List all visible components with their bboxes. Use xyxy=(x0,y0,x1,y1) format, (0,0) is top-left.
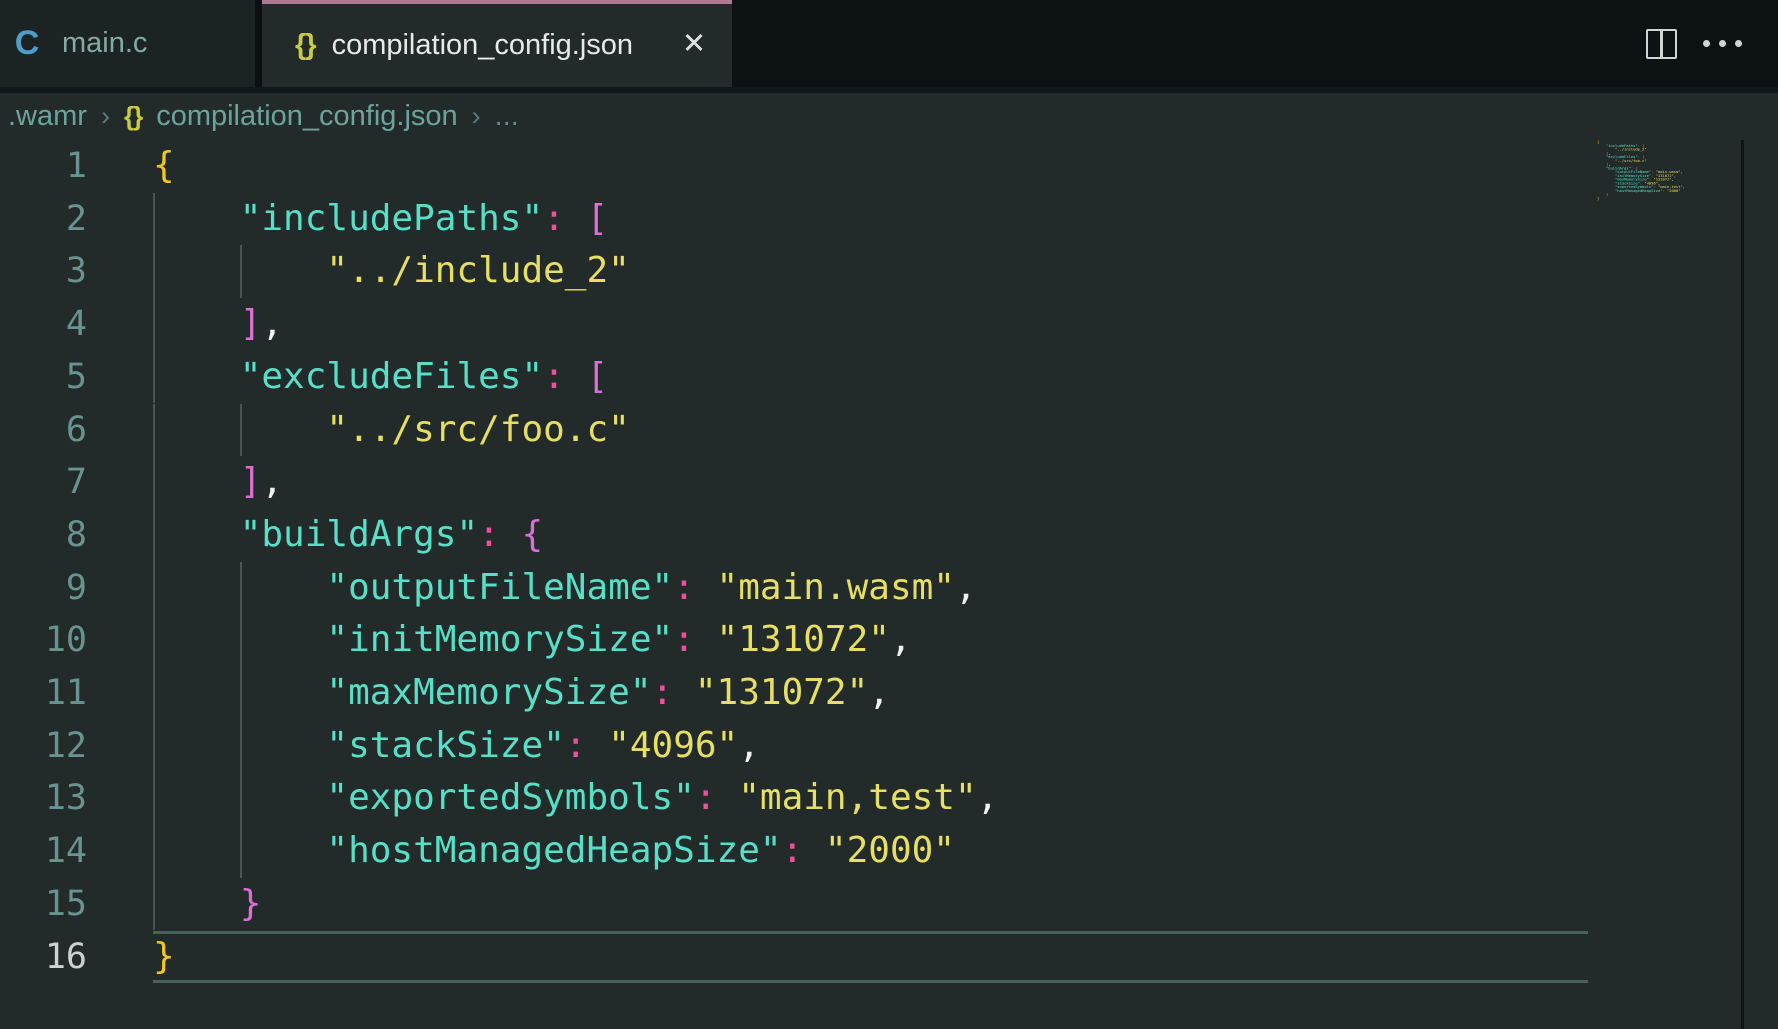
code-line-content: "buildArgs": { xyxy=(153,509,543,562)
minimap[interactable]: { "includePaths": [ "../include_2" ], "e… xyxy=(1588,140,1738,1020)
code-line-content: "maxMemorySize": "131072", xyxy=(153,667,890,720)
code-line-16[interactable]: 16} xyxy=(0,931,1778,984)
line-number: 6 xyxy=(0,404,87,457)
line-number: 14 xyxy=(0,825,87,878)
code-line-content: "includePaths": [ xyxy=(153,193,608,246)
chevron-right-icon: › xyxy=(101,101,110,132)
tab-compilation-config-json[interactable]: {} compilation_config.json ✕ xyxy=(262,0,732,87)
code-line-content: ], xyxy=(153,456,283,509)
code-line-7[interactable]: 7 ], xyxy=(0,456,1778,509)
code-line-content: ], xyxy=(153,298,283,351)
breadcrumb-file[interactable]: compilation_config.json xyxy=(156,100,457,133)
code-line-13[interactable]: 13 "exportedSymbols": "main,test", xyxy=(0,772,1778,825)
line-number: 16 xyxy=(0,931,87,984)
code-line-content: "../include_2" xyxy=(153,245,630,298)
tab-label: main.c xyxy=(62,27,147,60)
line-number: 11 xyxy=(0,667,87,720)
code-line-4[interactable]: 4 ], xyxy=(0,298,1778,351)
breadcrumb-folder[interactable]: .wamr xyxy=(8,100,87,133)
line-number: 15 xyxy=(0,878,87,931)
breadcrumb: .wamr › {} compilation_config.json › ... xyxy=(0,93,1778,140)
chevron-right-icon: › xyxy=(472,101,481,132)
close-tab-icon[interactable]: ✕ xyxy=(676,28,712,64)
line-number: 12 xyxy=(0,720,87,773)
code-line-content: "excludeFiles": [ xyxy=(153,351,608,404)
c-file-icon: C xyxy=(12,24,42,63)
code-line-content: { xyxy=(153,140,175,193)
code-line-8[interactable]: 8 "buildArgs": { xyxy=(0,509,1778,562)
tab-main-c[interactable]: C main.c xyxy=(0,0,255,87)
json-file-icon: {} xyxy=(295,29,316,62)
more-actions-icon[interactable] xyxy=(1703,40,1742,47)
code-line-9[interactable]: 9 "outputFileName": "main.wasm", xyxy=(0,562,1778,615)
code-line-content: } xyxy=(153,878,261,931)
code-editor[interactable]: 1{2 "includePaths": [3 "../include_2"4 ]… xyxy=(0,140,1778,1029)
line-number: 7 xyxy=(0,456,87,509)
line-number: 1 xyxy=(0,140,87,193)
code-line-11[interactable]: 11 "maxMemorySize": "131072", xyxy=(0,667,1778,720)
code-line-15[interactable]: 15 } xyxy=(0,878,1778,931)
minimap-content: { "includePaths": [ "../include_2" ], "e… xyxy=(1588,140,1738,200)
line-number: 8 xyxy=(0,509,87,562)
line-number: 2 xyxy=(0,193,87,246)
code-line-12[interactable]: 12 "stackSize": "4096", xyxy=(0,720,1778,773)
code-line-content: "hostManagedHeapSize": "2000" xyxy=(153,825,955,878)
code-line-content: "stackSize": "4096", xyxy=(153,720,760,773)
line-number: 3 xyxy=(0,245,87,298)
editor-actions xyxy=(1618,0,1778,87)
line-number: 10 xyxy=(0,614,87,667)
vertical-scrollbar[interactable] xyxy=(1744,140,1778,1029)
line-number: 13 xyxy=(0,772,87,825)
tab-bar: C main.c {} compilation_config.json ✕ xyxy=(0,0,1778,93)
json-braces-icon: {} xyxy=(124,101,142,132)
code-line-content: "initMemorySize": "131072", xyxy=(153,614,912,667)
code-line-content: "outputFileName": "main.wasm", xyxy=(153,562,977,615)
line-number: 9 xyxy=(0,562,87,615)
code-line-6[interactable]: 6 "../src/foo.c" xyxy=(0,404,1778,457)
split-editor-icon[interactable] xyxy=(1646,29,1677,59)
tab-label: compilation_config.json xyxy=(332,29,633,62)
code-line-1[interactable]: 1{ xyxy=(0,140,1778,193)
code-line-5[interactable]: 5 "excludeFiles": [ xyxy=(0,351,1778,404)
code-line-content: "exportedSymbols": "main,test", xyxy=(153,772,998,825)
code-line-2[interactable]: 2 "includePaths": [ xyxy=(0,193,1778,246)
code-line-14[interactable]: 14 "hostManagedHeapSize": "2000" xyxy=(0,825,1778,878)
code-line-10[interactable]: 10 "initMemorySize": "131072", xyxy=(0,614,1778,667)
code-line-content: } xyxy=(153,931,175,984)
tab-separator xyxy=(255,0,262,87)
line-number: 5 xyxy=(0,351,87,404)
breadcrumb-symbol-ellipsis[interactable]: ... xyxy=(495,100,519,133)
code-line-3[interactable]: 3 "../include_2" xyxy=(0,245,1778,298)
line-number: 4 xyxy=(0,298,87,351)
code-line-content: "../src/foo.c" xyxy=(153,404,630,457)
